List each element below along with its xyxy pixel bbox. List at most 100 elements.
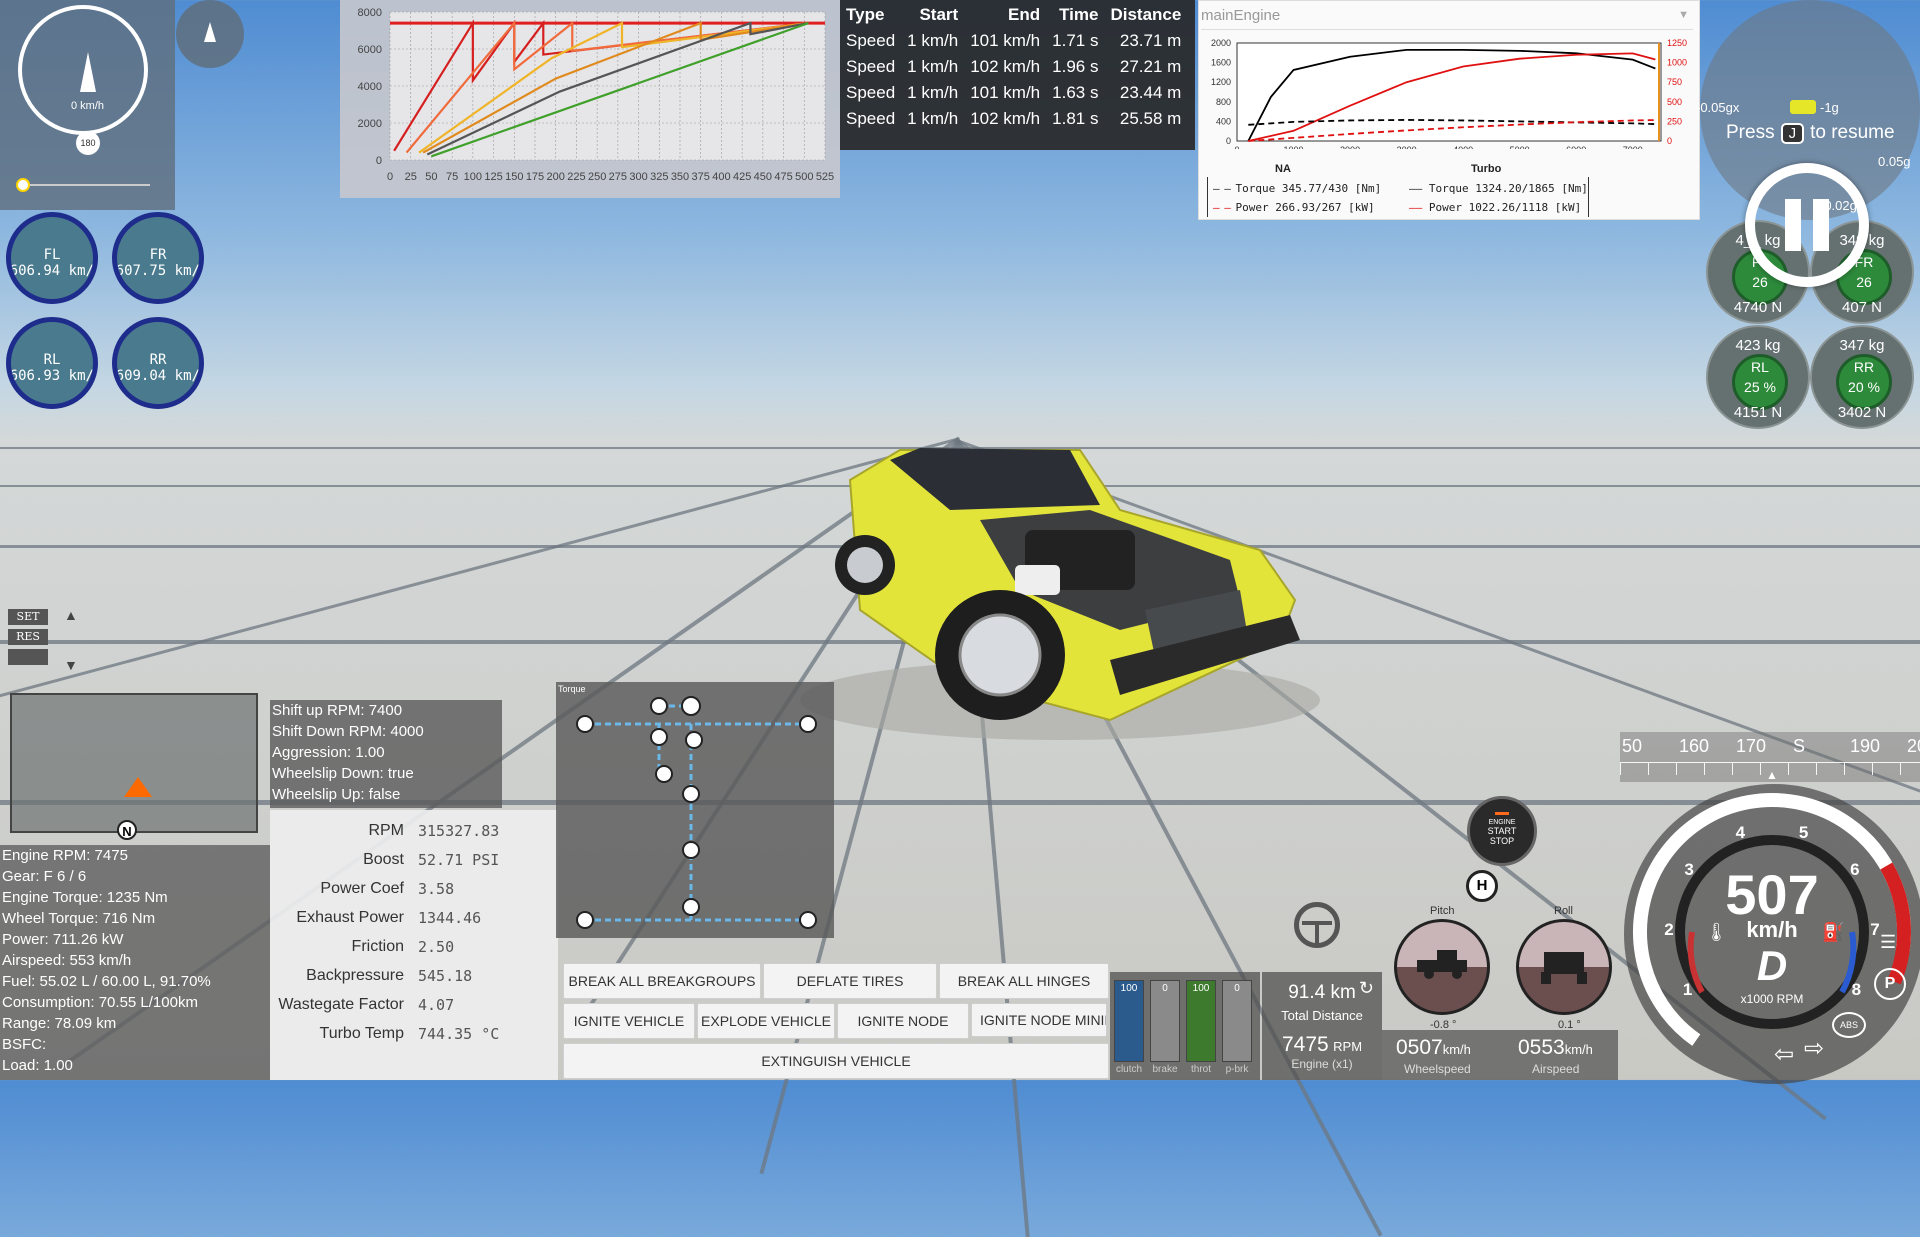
small-speed-value: 0 km/h	[70, 100, 104, 112]
wheel-fl-node	[576, 715, 594, 733]
needle-icon	[80, 52, 96, 92]
pedal-value: 0	[1162, 983, 1168, 994]
engine-y2-tick: 0	[1667, 136, 1672, 146]
airspeed-unit: km/h	[1564, 1042, 1593, 1057]
speed-slider-handle[interactable]	[16, 178, 30, 192]
x-tick-label: 500	[795, 171, 813, 183]
engine-y2-tick: 500	[1667, 97, 1682, 107]
cruise-set-button[interactable]: SET	[8, 609, 48, 625]
pedal-throt: 100	[1186, 980, 1216, 1062]
gear-indicator: N	[117, 820, 137, 840]
chevron-down-icon: ▼	[1678, 9, 1689, 21]
legend-na-power: — — Power 266.93/267 [kW]	[1213, 201, 1375, 214]
gear-rpm-chart: 0 25 50 75 100 125 150 175 200 225 250 275 300 325 350…	[358, 7, 835, 183]
cruise-res-button[interactable]: RES	[8, 629, 48, 645]
x-tick-label: 475	[774, 171, 792, 183]
cell: Speed	[846, 57, 896, 76]
engine-label: ENGINE	[1488, 819, 1516, 826]
table-row: Speed 1 km/h 101 km/h 1.71 s 23.71 m	[840, 28, 1187, 54]
engine-y-tick: 400	[1216, 116, 1231, 126]
cruise-down-icon[interactable]: ▼	[64, 657, 78, 673]
pause-icon[interactable]	[1745, 163, 1869, 287]
x-tick-label: 450	[754, 171, 772, 183]
col-type: Type	[846, 5, 885, 24]
engine-y-tick: 0	[1226, 136, 1231, 146]
engine-rpm: Engine RPM: 7475	[2, 847, 128, 864]
cell: 23.44 m	[1119, 83, 1182, 102]
shaft-node	[682, 841, 700, 859]
extinguish-vehicle-button[interactable]: EXTINGUISH VEHICLE	[563, 1043, 1109, 1079]
cell: 25.58 m	[1119, 109, 1182, 128]
engine-select[interactable]: mainEngine ▼	[1201, 7, 1693, 30]
engine-node	[650, 697, 668, 715]
roll-gauge	[1516, 919, 1612, 1015]
turbo-row-label: Boost	[363, 851, 404, 868]
break-all-hinges-button[interactable]: BREAK ALL HINGES	[939, 963, 1109, 999]
speed-slider-track[interactable]	[22, 184, 150, 186]
turbo-row-label: Backpressure	[306, 967, 404, 984]
x-tick-label: 325	[650, 171, 668, 183]
compass-mini	[176, 0, 244, 68]
compass-tick: 50	[1622, 736, 1643, 756]
cruise-control: SET RES ▲ ▼	[8, 607, 88, 677]
tire-fr-pct: 26	[1856, 274, 1872, 290]
dash-rpm-label: x1000 RPM	[1740, 992, 1804, 1006]
handbrake-icon: H	[1466, 870, 1498, 902]
deflate-tires-button[interactable]: DEFLATE TIRES	[763, 963, 937, 999]
turbo-row: Exhaust Power 1344.46	[270, 909, 558, 933]
engine-plot-area	[1236, 42, 1662, 142]
engine-y2-tick: 250	[1667, 116, 1682, 126]
tire-rr-kg: 347 kg	[1839, 337, 1885, 354]
wheelspeed-value: 0507	[1396, 1036, 1443, 1059]
break-all-breakgroups-button[interactable]: BREAK ALL BREAKGROUPS	[563, 963, 761, 999]
right-signal-icon[interactable]: ⇨	[1804, 1034, 1824, 1063]
parking-icon: P	[1874, 968, 1906, 1000]
pedal-value: 0	[1234, 983, 1240, 994]
compass-tick: 160	[1679, 736, 1710, 756]
engine-info-panel: Engine RPM: 7475 Gear: F 6 / 6 Engine To…	[0, 845, 270, 1080]
col-start: Start	[919, 5, 959, 24]
turbo-row-label: Exhaust Power	[296, 909, 404, 926]
speed-readout-panel: 0507km/h Wheelspeed 0553km/h Airspeed	[1382, 1030, 1618, 1080]
cell: 1 km/h	[907, 31, 959, 50]
temperature-icon: 🌡	[1705, 922, 1728, 942]
engine-rpm-unit: RPM	[1333, 1039, 1363, 1054]
cell: 102 km/h	[970, 109, 1041, 128]
wheel-speed-fl: FL 606.94 km/h	[6, 212, 98, 304]
ignite-vehicle-button[interactable]: IGNITE VEHICLE	[563, 1003, 695, 1039]
legend-na-title: NA	[1275, 163, 1291, 175]
col-time: Time	[1059, 5, 1099, 24]
table-row: Speed 1 km/h 102 km/h 1.96 s 27.21 m	[840, 54, 1187, 80]
tire-rl-force: 4151 N	[1733, 404, 1783, 421]
stop-label: STOP	[1489, 836, 1515, 846]
turbo-row: Turbo Temp 744.35 °C	[270, 1025, 558, 1049]
left-signal-icon[interactable]: ⇦	[1774, 1040, 1794, 1069]
power: Power: 711.26 kW	[2, 931, 124, 948]
cell: Speed	[846, 109, 896, 128]
resume-press-text: Press	[1726, 122, 1775, 143]
ignite-node-minimum-button[interactable]: IGNITE NODE MINIM	[971, 1003, 1107, 1037]
pitch-label: Pitch	[1430, 905, 1455, 917]
acceleration-table: Type Start End Time Distance Speed 1 km/h…	[840, 2, 1187, 132]
gforce-label-y: 0.05g	[1878, 154, 1911, 169]
refresh-icon[interactable]: ↻	[1359, 978, 1374, 999]
turbo-row: Wastegate Factor 4.07	[270, 996, 558, 1020]
turbo-row-label: Friction	[351, 938, 404, 955]
engine-start-stop-button[interactable]: ENGINE START STOP	[1467, 796, 1537, 866]
engine-x-tick: 5000	[1510, 145, 1530, 149]
ignite-node-button[interactable]: IGNITE NODE	[837, 1003, 969, 1039]
cruise-up-icon[interactable]: ▲	[64, 607, 78, 623]
cell: 1 km/h	[907, 83, 959, 102]
wheel-fr-node	[799, 715, 817, 733]
engine-x-tick: 3000	[1397, 145, 1417, 149]
tire-rl-pct: 25 %	[1744, 379, 1776, 395]
resume-hint: Press J to resume	[1726, 122, 1895, 144]
clutch-node	[655, 765, 673, 783]
engine-curve-panel: mainEngine ▼ 010002000300040005000600070…	[1198, 0, 1700, 220]
turbo-row: RPM 315327.83	[270, 822, 558, 846]
engine-select-label: mainEngine	[1201, 7, 1281, 24]
pedals-panel: 100 clutch 0 brake 100 throt 0 p-brk	[1110, 972, 1260, 1080]
explode-vehicle-button[interactable]: EXPLODE VEHICLE	[697, 1003, 835, 1039]
engine-x-tick: 1000	[1284, 145, 1304, 149]
dash-speed-unit: km/h	[1746, 917, 1798, 942]
